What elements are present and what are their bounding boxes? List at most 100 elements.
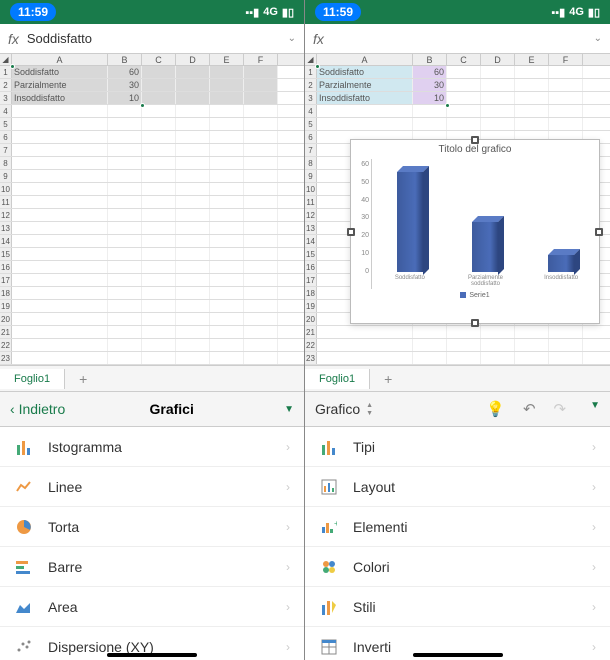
col-header-f[interactable]: F — [549, 54, 583, 65]
col-header-c[interactable]: C — [142, 54, 176, 65]
battery-icon: ▮▯ — [282, 6, 294, 19]
chart-legend: Serie1 — [351, 289, 599, 302]
menu-item-styles[interactable]: Stili› — [305, 587, 610, 627]
elements-icon: + — [319, 517, 339, 537]
invert-icon — [319, 637, 339, 657]
menu-item-pie[interactable]: Torta› — [0, 507, 304, 547]
menu-header: ‹ Indietro Grafici ▼ — [0, 391, 304, 427]
menu-title[interactable]: Grafico — [315, 401, 360, 417]
select-all-corner[interactable]: ◢ — [305, 54, 317, 65]
sheet-tab[interactable]: Foglio1 — [305, 369, 370, 389]
status-network: ▪▪▮ 4G ▮▯ — [551, 6, 600, 19]
fx-icon: fx — [313, 31, 324, 47]
menu-item-lines[interactable]: Linee› — [0, 467, 304, 507]
selection-handle[interactable] — [445, 103, 450, 108]
fx-icon: fx — [8, 31, 19, 47]
col-header-f[interactable]: F — [244, 54, 278, 65]
bars-icon — [14, 557, 34, 577]
col-header-d[interactable]: D — [481, 54, 515, 65]
bar — [472, 222, 498, 272]
menu-title: Grafici — [65, 401, 278, 417]
formula-value[interactable]: Soddisfatto — [27, 31, 288, 46]
layout-icon — [319, 477, 339, 497]
battery-icon: ▮▯ — [588, 6, 600, 19]
sheet-tabs: Foglio1 + — [305, 365, 610, 391]
formula-bar[interactable]: fx Soddisfatto ⌄ — [0, 24, 304, 54]
undo-icon[interactable]: ↶ — [523, 400, 536, 418]
chevron-right-icon: › — [286, 600, 290, 614]
col-header-d[interactable]: D — [176, 54, 210, 65]
histogram-icon — [14, 437, 34, 457]
selection-handle[interactable] — [10, 64, 15, 69]
add-sheet-button[interactable]: + — [370, 367, 406, 391]
col-header-a[interactable]: A — [317, 54, 413, 65]
chevron-right-icon: › — [286, 480, 290, 494]
lines-icon — [14, 477, 34, 497]
chevron-right-icon: › — [592, 560, 596, 574]
spreadsheet-grid[interactable]: ◢ A B C D E F 1Soddisfatto60 2Parzialmen… — [0, 54, 304, 365]
menu-item-histogram[interactable]: Istogramma› — [0, 427, 304, 467]
bar — [548, 255, 574, 272]
status-time: 11:59 — [10, 3, 56, 21]
status-bar: 11:59 ▪▪▮ 4G ▮▯ — [305, 0, 610, 24]
y-axis: 6050403020100 — [351, 159, 371, 289]
chart-types-menu: Istogramma› Linee› Torta› Barre› Area› D… — [0, 427, 304, 660]
status-time: 11:59 — [315, 3, 361, 21]
selection-handle[interactable] — [315, 64, 320, 69]
menu-item-area[interactable]: Area› — [0, 587, 304, 627]
types-icon — [319, 437, 339, 457]
menu-item-types[interactable]: Tipi› — [305, 427, 610, 467]
chevron-right-icon: › — [592, 480, 596, 494]
back-button[interactable]: ‹ Indietro — [10, 401, 65, 417]
home-indicator[interactable] — [107, 653, 197, 657]
sort-icon[interactable]: ▲▼ — [366, 402, 373, 417]
menu-item-bars[interactable]: Barre› — [0, 547, 304, 587]
resize-handle[interactable] — [471, 319, 479, 327]
chart-options-menu: Tipi› Layout› +Elementi› Colori› Stili› … — [305, 427, 610, 660]
formula-bar[interactable]: fx ⌄ — [305, 24, 610, 54]
chevron-right-icon: › — [286, 440, 290, 454]
chevron-right-icon: › — [592, 600, 596, 614]
resize-handle[interactable] — [471, 136, 479, 144]
home-indicator[interactable] — [413, 653, 503, 657]
right-screenshot: 11:59 ▪▪▮ 4G ▮▯ fx ⌄ ◢ A B C D E F 1Sodd… — [305, 0, 610, 660]
lightbulb-icon[interactable]: 💡 — [486, 400, 505, 418]
add-sheet-button[interactable]: + — [65, 367, 101, 391]
col-header-c[interactable]: C — [447, 54, 481, 65]
chevron-down-icon[interactable]: ⌄ — [594, 33, 602, 44]
selection-handle[interactable] — [140, 103, 145, 108]
collapse-icon[interactable]: ▼ — [590, 400, 600, 418]
redo-icon[interactable]: ↷ — [554, 400, 567, 418]
resize-handle[interactable] — [347, 228, 355, 236]
chevron-right-icon: › — [286, 520, 290, 534]
pie-icon — [14, 517, 34, 537]
embedded-chart[interactable]: Titolo del grafico 6050403020100 Soddisf… — [350, 139, 600, 324]
col-header-b[interactable]: B — [413, 54, 447, 65]
menu-item-layout[interactable]: Layout› — [305, 467, 610, 507]
chevron-right-icon: › — [592, 440, 596, 454]
status-bar: 11:59 ▪▪▮ 4G ▮▯ — [0, 0, 304, 24]
bar — [397, 172, 423, 272]
left-screenshot: 11:59 ▪▪▮ 4G ▮▯ fx Soddisfatto ⌄ ◢ A B C… — [0, 0, 305, 660]
spreadsheet-grid[interactable]: ◢ A B C D E F 1Soddisfatto60 2Parzialmen… — [305, 54, 610, 365]
scatter-icon — [14, 637, 34, 657]
chevron-down-icon[interactable]: ⌄ — [288, 33, 296, 44]
status-network: ▪▪▮ 4G ▮▯ — [245, 6, 294, 19]
col-header-e[interactable]: E — [210, 54, 244, 65]
collapse-icon[interactable]: ▼ — [284, 404, 294, 415]
menu-header: Grafico ▲▼ 💡 ↶ ↷ ▼ — [305, 391, 610, 427]
select-all-corner[interactable]: ◢ — [0, 54, 12, 65]
sheet-tab[interactable]: Foglio1 — [0, 369, 65, 389]
chevron-right-icon: › — [286, 640, 290, 654]
menu-item-colors[interactable]: Colori› — [305, 547, 610, 587]
chevron-right-icon: › — [592, 640, 596, 654]
sheet-tabs: Foglio1 + — [0, 365, 304, 391]
signal-icon: ▪▪▮ — [245, 6, 259, 19]
col-header-a[interactable]: A — [12, 54, 108, 65]
svg-text:+: + — [334, 519, 337, 528]
styles-icon — [319, 597, 339, 617]
menu-item-elements[interactable]: +Elementi› — [305, 507, 610, 547]
col-header-b[interactable]: B — [108, 54, 142, 65]
chart-plot-area: Soddisfatto Parzialmente soddisfatto Ins… — [371, 159, 599, 289]
col-header-e[interactable]: E — [515, 54, 549, 65]
